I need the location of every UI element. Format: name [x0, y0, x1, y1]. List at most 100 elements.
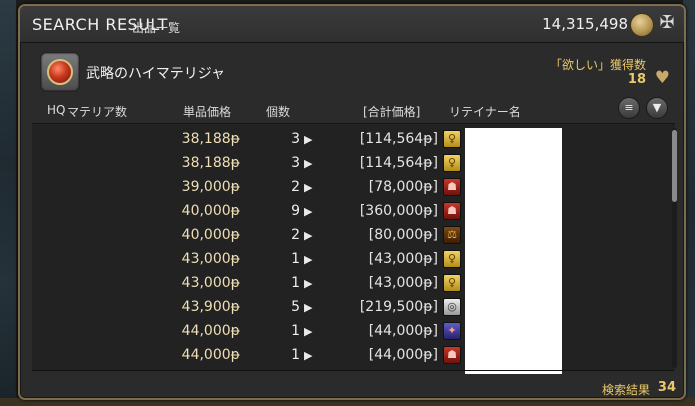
heart-icon[interactable]: ♥	[655, 68, 670, 88]
currency-glyph: ᵽ	[423, 299, 433, 315]
close-icon[interactable]: ✠	[656, 12, 678, 34]
unit-price-cell: 40,000ᵽ	[182, 203, 240, 219]
unit-price: 43,000	[181, 275, 231, 291]
total-price: [44,000	[368, 323, 424, 339]
listing-table: 38,188ᵽ 3 ▶ [114,564ᵽ] ♀ 38,188ᵽ 3 ▶ [114,564ᵽ] ♀…	[32, 123, 675, 374]
total-price-cell: [78,000ᵽ]	[369, 179, 438, 195]
total-price-cell: [44,000ᵽ]	[369, 347, 438, 363]
column-hq[interactable]: HQ	[47, 103, 65, 117]
retainer-city-icon: ☗	[443, 346, 461, 364]
unit-price-cell: 43,000ᵽ	[182, 251, 240, 267]
unit-price: 39,000	[181, 179, 231, 195]
table-row[interactable]: 43,000ᵽ 1 ▶ [43,000ᵽ] ♀	[32, 248, 675, 272]
currency-glyph: ᵽ	[423, 323, 433, 339]
table-row[interactable]: 40,000ᵽ 9 ▶ [360,000ᵽ] ☗	[32, 200, 675, 224]
currency-glyph: ᵽ	[423, 251, 433, 267]
background-left	[0, 0, 16, 406]
column-quantity[interactable]: 個数	[266, 103, 290, 120]
quantity-arrow-icon: ▶	[304, 301, 313, 314]
unit-price: 38,188	[181, 155, 231, 171]
result-count-label: 検索結果	[601, 383, 650, 397]
filter-icon[interactable]: ▼	[646, 97, 668, 119]
total-price-cell: [219,500ᵽ]	[360, 299, 438, 315]
table-row[interactable]: 38,188ᵽ 3 ▶ [114,564ᵽ] ♀	[32, 128, 675, 152]
currency-glyph: ᵽ	[230, 251, 240, 267]
materia-icon[interactable]	[40, 52, 80, 92]
retainer-city-icon: ♀	[443, 250, 461, 268]
quantity-arrow-icon: ▶	[304, 157, 313, 170]
unit-price-cell: 44,000ᵽ	[182, 347, 240, 363]
scrollbar-thumb[interactable]	[672, 130, 677, 202]
unit-price: 40,000	[181, 203, 231, 219]
table-row[interactable]: 39,000ᵽ 2 ▶ [78,000ᵽ] ☗	[32, 176, 675, 200]
quantity-arrow-icon: ▶	[304, 349, 313, 362]
window-subtitle: 出品一覧	[132, 21, 181, 35]
quantity: 2	[291, 227, 300, 243]
total-price: [114,564	[359, 155, 424, 171]
unit-price: 43,900	[181, 299, 231, 315]
quantity-arrow-icon: ▶	[304, 277, 313, 290]
retainer-city-icon: ◎	[443, 298, 461, 316]
unit-price: 38,188	[181, 131, 231, 147]
quantity: 1	[291, 251, 300, 267]
total-bracket: ]	[432, 131, 438, 147]
column-unit-price[interactable]: 単品価格	[183, 103, 231, 120]
total-price-cell: [44,000ᵽ]	[369, 323, 438, 339]
quantity: 5	[291, 299, 300, 315]
total-price: [360,000	[359, 203, 424, 219]
unit-price: 44,000	[181, 323, 231, 339]
quantity: 2	[291, 179, 300, 195]
currency-glyph: ᵽ	[230, 227, 240, 243]
unit-price-cell: 43,000ᵽ	[182, 275, 240, 291]
quantity: 3	[291, 155, 300, 171]
gil-amount: 14,315,498	[542, 15, 628, 33]
table-row[interactable]: 38,188ᵽ 3 ▶ [114,564ᵽ] ♀	[32, 152, 675, 176]
table-row[interactable]: 43,900 ᵽ 5 ▶ [219,500ᵽ] ◎	[32, 296, 675, 320]
currency-glyph: ᵽ	[423, 203, 433, 219]
search-result-window: SEARCH RESULT 出品一覧 14,315,498 ✠ 武略のハイマテリ…	[18, 4, 686, 400]
footer-divider	[32, 370, 674, 371]
wanted-label: 「欲しい」獲得数	[549, 58, 646, 72]
currency-glyph: ᵽ	[230, 203, 240, 219]
currency-glyph: ᵽ	[423, 131, 433, 147]
quantity: 1	[291, 275, 300, 291]
column-retainer[interactable]: リテイナー名	[449, 103, 521, 120]
total-price-cell: [114,564ᵽ]	[360, 131, 438, 147]
currency-glyph: ᵽ	[230, 179, 240, 195]
quantity-arrow-icon: ▶	[304, 253, 313, 266]
total-price: [43,000	[368, 275, 424, 291]
history-icon[interactable]: ≡	[618, 97, 640, 119]
table-row[interactable]: 44,000ᵽ 1 ▶ [44,000ᵽ] ☗	[32, 344, 675, 368]
retainer-city-icon: ☗	[443, 202, 461, 220]
titlebar[interactable]: SEARCH RESULT 出品一覧 14,315,498 ✠	[20, 6, 684, 43]
table-row[interactable]: 44,000ᵽ 1 ▶ [44,000ᵽ] ✦	[32, 320, 675, 344]
currency-glyph: ᵽ	[423, 275, 433, 291]
total-bracket: ]	[432, 275, 438, 291]
quantity: 9	[291, 203, 300, 219]
quantity: 1	[291, 323, 300, 339]
table-row[interactable]: 40,000ᵽ 2 ▶ [80,000ᵽ] ⚖	[32, 224, 675, 248]
retainer-city-icon: ♀	[443, 274, 461, 292]
unit-price-cell: 38,188ᵽ	[182, 155, 240, 171]
total-bracket: ]	[432, 323, 438, 339]
quantity: 1	[291, 347, 300, 363]
total-bracket: ]	[432, 203, 438, 219]
column-total-price[interactable]: [合計価格]	[363, 103, 420, 120]
quantity-arrow-icon: ▶	[304, 325, 313, 338]
currency-glyph: ᵽ	[423, 155, 433, 171]
gil-coin-icon	[630, 13, 654, 37]
retainer-city-icon: ☗	[443, 178, 461, 196]
unit-price-cell: 44,000ᵽ	[182, 323, 240, 339]
total-price: [114,564	[359, 131, 424, 147]
currency-glyph: ᵽ	[230, 155, 240, 171]
wanted-count: 18	[627, 72, 646, 87]
item-header: 武略のハイマテリジャ 「欲しい」獲得数 18 ♥	[20, 43, 684, 98]
currency-glyph: ᵽ	[230, 131, 240, 147]
total-bracket: ]	[432, 347, 438, 363]
total-price: [80,000	[368, 227, 424, 243]
column-materia[interactable]: マテリア数	[67, 103, 127, 120]
total-price-cell: [43,000ᵽ]	[369, 275, 438, 291]
total-price: [219,500	[359, 299, 424, 315]
unit-price-cell: 40,000ᵽ	[182, 227, 240, 243]
table-row[interactable]: 43,000ᵽ 1 ▶ [43,000ᵽ] ♀	[32, 272, 675, 296]
